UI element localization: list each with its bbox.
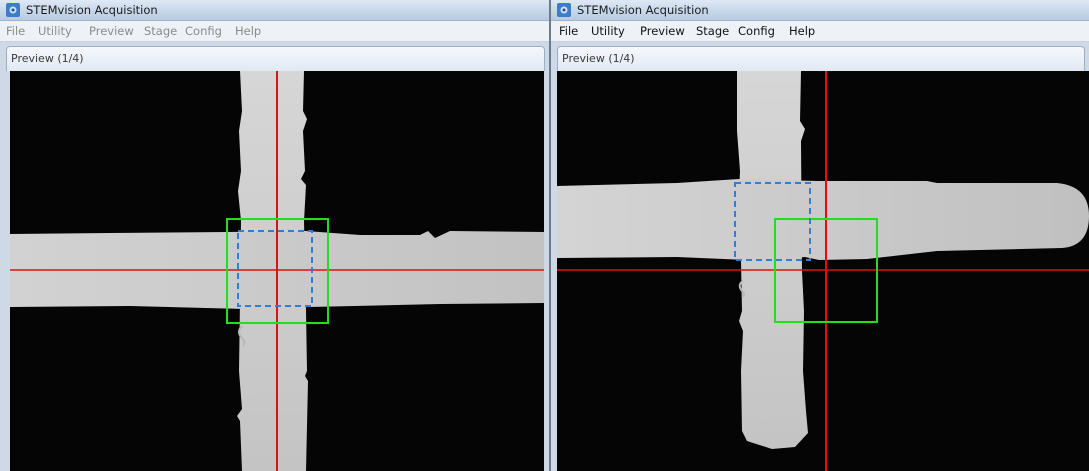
menu-config[interactable]: Config [185,24,222,38]
window-title: STEMvision Acquisition [577,3,709,17]
menu-help[interactable]: Help [789,24,815,38]
specimen-image [10,71,544,471]
menu-stage[interactable]: Stage [696,24,729,38]
preview-panel-label: Preview (1/4) [562,52,635,65]
menu-file[interactable]: File [559,24,578,38]
menu-config[interactable]: Config [738,24,775,38]
title-bar[interactable]: STEMvision Acquisition [0,0,549,21]
preview-viewport[interactable] [10,71,544,471]
menu-stage[interactable]: Stage [144,24,177,38]
preview-panel-header: Preview (1/4) [6,46,545,71]
window-title: STEMvision Acquisition [26,3,158,17]
preview-panel-label: Preview (1/4) [11,52,84,65]
preview-viewport[interactable] [557,71,1089,471]
menu-file[interactable]: File [6,24,25,38]
menu-bar: File Utility Preview Stage Config Help [551,21,1089,42]
preview-panel-header: Preview (1/4) [557,46,1085,71]
menu-utility[interactable]: Utility [591,24,625,38]
menu-preview[interactable]: Preview [640,24,685,38]
title-bar[interactable]: STEMvision Acquisition [551,0,1089,21]
menu-preview[interactable]: Preview [89,24,134,38]
app-window-left: STEMvision Acquisition File Utility Prev… [0,0,549,471]
app-window-right: STEMvision Acquisition File Utility Prev… [551,0,1089,471]
specimen-image [557,71,1089,471]
app-icon [557,3,571,17]
menu-utility[interactable]: Utility [38,24,72,38]
image-background [557,71,1089,471]
menu-help[interactable]: Help [235,24,261,38]
app-icon [6,3,20,17]
menu-bar: File Utility Preview Stage Config Help [0,21,549,42]
